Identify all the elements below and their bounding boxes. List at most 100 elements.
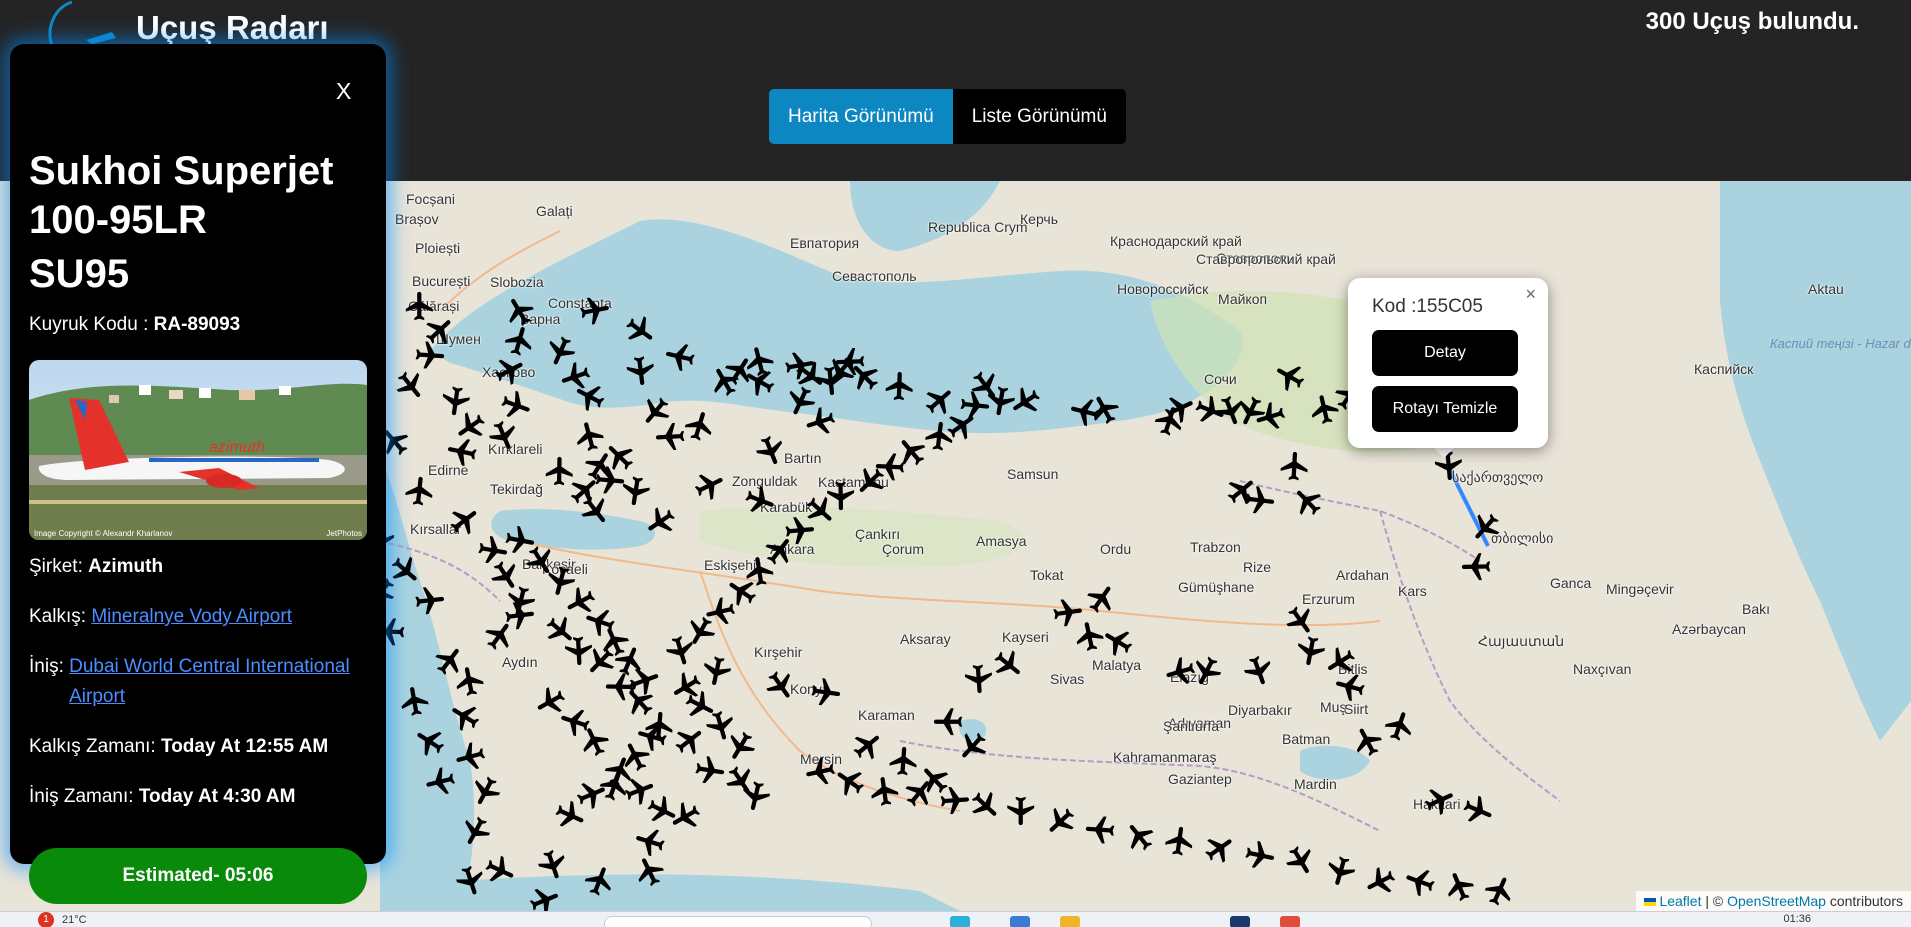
aircraft-icao-code: SU95 [29, 252, 130, 296]
place-label: Sivas [1050, 671, 1085, 687]
place-label: Ordu [1100, 541, 1132, 557]
aircraft-marker-icon[interactable] [411, 582, 448, 619]
app-title: Uçuş Radarı [136, 9, 329, 46]
aircraft-model: Sukhoi Superjet 100-95LR [29, 149, 334, 242]
place-label: Çankırı [855, 526, 901, 542]
aircraft-marker-icon[interactable] [1459, 549, 1494, 584]
livery-text: azimuth [209, 439, 265, 456]
notification-badge[interactable]: 1 [38, 912, 54, 927]
photo-source: JetPhotos [326, 529, 362, 538]
place-label: Çorum [882, 541, 925, 557]
aircraft-marker-icon[interactable] [442, 431, 482, 471]
photo-credit: Image Copyright © Alexandr Kharlanov [34, 529, 173, 538]
place-label: Azərbaycan [1672, 621, 1746, 637]
aircraft-marker-icon[interactable] [621, 352, 659, 390]
aircraft-marker-icon[interactable] [807, 674, 845, 712]
place-label: Майкоп [1218, 291, 1268, 307]
place-label: Հայաստան [1478, 633, 1565, 649]
arrival-time-value: Today At 4:30 AM [138, 786, 296, 807]
place-label: Ploiești [415, 240, 461, 256]
place-label: Каспий теңізі - Hazar dənizi - Caspian S… [1770, 336, 1911, 351]
place-label: Aktau [1808, 281, 1844, 297]
place-label: Tokat [1030, 567, 1064, 583]
aircraft-marker-icon[interactable] [1049, 594, 1087, 632]
place-label: Новороссийск [1117, 281, 1209, 297]
aircraft-marker-icon[interactable] [960, 661, 996, 697]
os-taskbar: 1 21°C 01:36 [0, 911, 1911, 927]
aircraft-marker-icon[interactable] [1277, 448, 1313, 484]
weather-widget[interactable]: 21°C [62, 914, 87, 926]
departure-airport-link[interactable]: Mineralnye Vody Airport [91, 606, 292, 627]
place-label: Şanlıurfa [1163, 718, 1220, 734]
leaflet-link[interactable]: Leaflet [1659, 893, 1701, 909]
place-label: Евпатория [790, 235, 860, 251]
aircraft-marker-icon[interactable] [882, 368, 917, 403]
clear-route-button[interactable]: Rotayı Temizle [1372, 386, 1518, 432]
chrome-icon[interactable] [1280, 916, 1300, 927]
place-label: Mingəçevir [1606, 581, 1674, 597]
attribution-tail: contributors [1825, 893, 1903, 909]
editor-icon[interactable] [1230, 916, 1250, 927]
place-label: Naxçıvan [1573, 661, 1632, 677]
place-label: Ganca [1550, 575, 1592, 591]
aircraft-marker-icon[interactable] [395, 681, 434, 720]
flight-count: 300 Uçuş bulundu. [1645, 8, 1859, 35]
map-view-button[interactable]: Harita Görünümü [769, 89, 953, 144]
place-label: Ставропольский край [1196, 251, 1336, 267]
place-label: Kars [1398, 583, 1427, 599]
detail-button[interactable]: Detay [1372, 330, 1518, 376]
view-toggle: Harita Görünümü Liste Görünümü [769, 89, 1126, 144]
ukraine-flag-icon [1643, 898, 1656, 907]
clock: 01:36 [1783, 913, 1811, 925]
departure-row: Kalkış: Mineralnye Vody Airport [29, 602, 292, 632]
sea-of-azov [850, 181, 1000, 251]
flight-detail-panel: X Sukhoi Superjet 100-95LR SU95 Kuyruk K… [10, 44, 386, 864]
place-label: Севастополь [832, 268, 917, 284]
aircraft-marker-icon[interactable] [616, 472, 655, 511]
arrival-airport-link[interactable]: Dubai World Central International Airpor… [69, 652, 379, 712]
place-label: Rize [1243, 559, 1272, 575]
browser-icon[interactable] [950, 916, 970, 927]
tail-code-value: RA-89093 [153, 314, 241, 335]
departure-label: Kalkış: [29, 606, 92, 627]
caspian-sea [1720, 181, 1911, 741]
place-label: Slobozia [490, 274, 544, 290]
place-label: Kırşehir [754, 644, 803, 660]
place-label: Gümüşhane [1178, 579, 1255, 595]
folder-icon[interactable] [1060, 916, 1080, 927]
place-label: Каспийск [1694, 361, 1754, 377]
arrival-time-row: İniş Zamanı: Today At 4:30 AM [29, 782, 295, 812]
aircraft-marker-icon[interactable] [1082, 811, 1118, 847]
flight-popup: × Kod :155C05 Detay Rotayı Temizle [1348, 278, 1548, 448]
popup-close-button[interactable]: × [1525, 284, 1536, 305]
attribution-separator: | © [1701, 893, 1728, 909]
place-label: Amasya [976, 533, 1027, 549]
departure-time-value: Today At 12:55 AM [161, 736, 329, 757]
tail-code-label: Kuyruk Kodu : [29, 314, 154, 335]
arrival-row: İniş: Dubai World Central International … [29, 652, 379, 712]
place-label: Galați [536, 203, 573, 219]
airline-label: Şirket: [29, 556, 89, 577]
panel-close-button[interactable]: X [336, 78, 351, 105]
place-label: Bakı [1742, 601, 1771, 617]
aircraft-marker-icon[interactable] [1003, 794, 1037, 828]
taskbar-search[interactable] [604, 916, 872, 927]
flight-code: Kod :155C05 [1372, 296, 1483, 317]
place-label: Aydın [502, 654, 538, 670]
aircraft-marker-icon[interactable] [931, 704, 965, 738]
aircraft-marker-icon[interactable] [401, 472, 438, 509]
place-label: Kayseri [1002, 629, 1049, 645]
osm-link[interactable]: OpenStreetMap [1727, 893, 1826, 909]
aircraft-marker-icon[interactable] [1240, 836, 1280, 876]
aircraft-marker-icon[interactable] [1241, 482, 1279, 520]
app-icon[interactable] [1010, 916, 1030, 927]
place-label: Republica Crym [928, 219, 1028, 235]
list-view-button[interactable]: Liste Görünümü [952, 89, 1126, 144]
place-label: Aksaray [900, 631, 951, 647]
place-label: Karaman [858, 707, 915, 723]
estimated-arrival-badge: Estimated- 05:06 [29, 848, 367, 904]
aircraft-marker-icon[interactable] [1161, 822, 1199, 860]
arrival-time-label: İniş Zamanı: [29, 786, 139, 807]
aircraft-marker-icon[interactable] [575, 291, 615, 331]
place-label: Mardin [1294, 776, 1337, 792]
